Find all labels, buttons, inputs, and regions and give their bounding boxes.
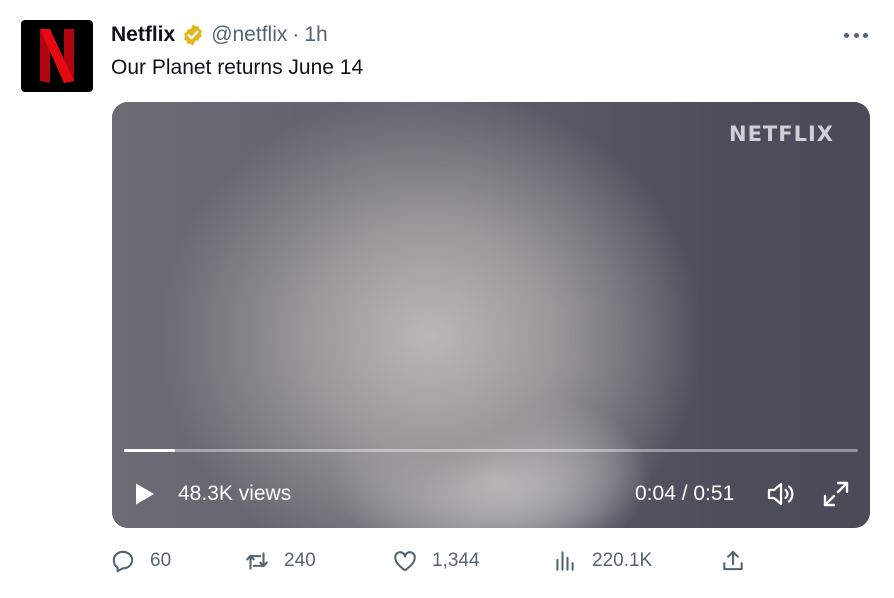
retweet-icon [244,548,270,574]
verified-badge-icon[interactable] [181,23,205,47]
video-controls: 48.3K views 0:04 / 0:51 [112,474,870,514]
volume-icon[interactable] [766,480,798,508]
fullscreen-icon[interactable] [822,480,850,508]
analytics-icon [552,548,578,574]
tweet-text: Our Planet returns June 14 [111,56,364,79]
display-name[interactable]: Netflix [111,23,175,47]
heart-icon [392,548,418,574]
views-button[interactable]: 220.1K [552,548,652,574]
retweet-button[interactable]: 240 [244,548,316,574]
more-icon[interactable] [844,30,868,40]
video-frame [112,102,870,528]
video-timecode: 0:04 / 0:51 [635,482,735,505]
share-icon [720,548,746,574]
handle[interactable]: @netflix [211,23,287,47]
avatar[interactable] [21,20,93,92]
tweet-header: Netflix @netflix · 1h [111,22,328,48]
netflix-logo-icon [40,29,74,83]
share-button[interactable] [720,548,746,574]
separator: · [292,23,300,46]
play-icon[interactable] [132,482,156,506]
netflix-watermark: NETFLIX [729,122,834,146]
video-views: 48.3K views [178,482,292,505]
video-player[interactable]: NETFLIX 48.3K views 0:04 / 0:51 [112,102,870,528]
reply-count: 60 [150,550,172,571]
reply-icon [110,548,136,574]
timestamp[interactable]: 1h [304,23,327,47]
views-count: 220.1K [592,550,653,571]
retweet-count: 240 [284,550,316,571]
progress-fill [124,449,175,452]
tweet-actions: 60 240 1,344 220.1K [110,548,760,578]
like-count: 1,344 [432,550,480,571]
progress-bar[interactable] [124,449,858,452]
like-button[interactable]: 1,344 [392,548,480,574]
reply-button[interactable]: 60 [110,548,171,574]
